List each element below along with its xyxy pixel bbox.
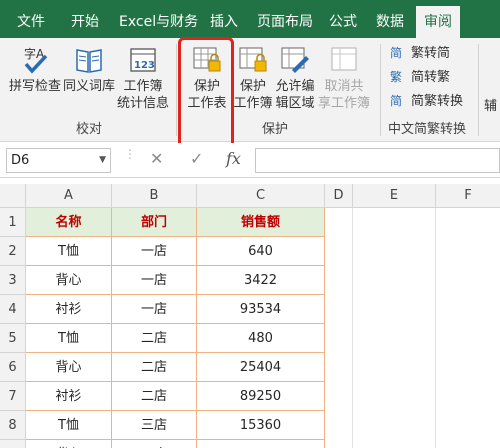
column-header-d[interactable]: D	[325, 184, 353, 208]
thesaurus-button[interactable]: 同义词库	[62, 40, 116, 95]
row-header-5[interactable]: 5	[0, 324, 26, 353]
protect-workbook-icon	[239, 47, 267, 72]
column-e-cells[interactable]	[353, 208, 436, 448]
table-cell[interactable]: 640	[197, 237, 325, 266]
table-cell[interactable]: 背心	[26, 440, 112, 448]
table-cell[interactable]: 一店	[112, 295, 197, 324]
table-cell[interactable]: 一店	[112, 237, 197, 266]
group-label-proofing: 校对	[76, 122, 103, 137]
column-header-a[interactable]: A	[26, 184, 112, 208]
row-header-6[interactable]: 6	[0, 353, 26, 382]
protect-workbook-button[interactable]: 保护 工作簿	[232, 40, 274, 112]
table-cell[interactable]: 93534	[197, 295, 325, 324]
tab-formulas[interactable]: 公式	[329, 0, 357, 38]
column-header-c[interactable]: C	[197, 184, 325, 208]
column-d-cells[interactable]	[325, 208, 353, 448]
table-cell[interactable]: 衬衫	[26, 295, 112, 324]
protect-sheet-highlight	[178, 37, 234, 149]
tab-data[interactable]: 数据	[376, 0, 404, 38]
row-header-2[interactable]: 2	[0, 237, 26, 266]
tab-review[interactable]: 审阅	[416, 6, 460, 38]
tab-page-layout[interactable]: 页面布局	[257, 0, 313, 38]
formula-input[interactable]	[255, 148, 500, 173]
table-header-cell[interactable]: 部门	[112, 208, 197, 237]
row-header-9[interactable]: 9	[0, 440, 26, 448]
chinese-conversion-icon: 简	[390, 94, 402, 108]
table-header-cell[interactable]: 销售额	[197, 208, 325, 237]
insert-function-icon[interactable]: fx	[226, 149, 241, 168]
thesaurus-book-icon	[76, 49, 102, 73]
group-separator	[176, 44, 177, 136]
svg-text:简: 简	[390, 46, 402, 60]
simplified-to-traditional-button[interactable]: 繁 简转繁	[390, 68, 450, 88]
row-header-1[interactable]: 1	[0, 208, 26, 237]
column-header-e[interactable]: E	[353, 184, 436, 208]
unshare-workbook-icon	[331, 47, 357, 71]
row-header-7[interactable]: 7	[0, 382, 26, 411]
unshare-workbook-button[interactable]: 取消共 享工作簿	[318, 40, 370, 112]
enter-icon[interactable]: ✓	[190, 149, 203, 168]
tab-insert[interactable]: 插入	[210, 0, 238, 38]
table-cell[interactable]: 衬衫	[26, 382, 112, 411]
tab-excel-finance[interactable]: Excel与财务	[119, 0, 198, 38]
name-box[interactable]: D6 ▼	[6, 148, 111, 173]
table-cell[interactable]: 3422	[197, 266, 325, 295]
table-cell[interactable]: 480	[197, 324, 325, 353]
chevron-down-icon[interactable]: ▼	[99, 149, 106, 172]
table-cell[interactable]: T恤	[26, 237, 112, 266]
table-cell[interactable]: 15360	[197, 411, 325, 440]
row-header-3[interactable]: 3	[0, 266, 26, 295]
group-label-chinese-conversion: 中文简繁转换	[388, 122, 467, 137]
excel-window: 文件 开始 Excel与财务 插入 页面布局 公式 数据 审阅 字A 拼写检查 …	[0, 0, 500, 448]
more-options-icon: ⋮	[124, 147, 136, 161]
allow-edit-ranges-icon	[281, 47, 309, 73]
ribbon-review: 字A 拼写检查 同义词库 123 工作簿 统计信息 校对 保护 工作表 保护 工…	[0, 38, 500, 142]
select-all-corner[interactable]	[0, 184, 26, 208]
cut-off-group-label: 辅	[484, 99, 498, 114]
ribbon-tab-bar: 文件 开始 Excel与财务 插入 页面布局 公式 数据 审阅	[0, 0, 500, 38]
spell-check-button[interactable]: 字A 拼写检查	[8, 40, 62, 95]
traditional-to-simplified-icon: 简	[390, 46, 402, 60]
table-cell[interactable]: 三店	[112, 440, 197, 448]
svg-text:简: 简	[390, 94, 402, 108]
chinese-conversion-button[interactable]: 简 简繁转换	[390, 92, 463, 112]
column-f-cells[interactable]	[436, 208, 500, 448]
table-header-cell[interactable]: 名称	[26, 208, 112, 237]
table-cell[interactable]: 二店	[112, 382, 197, 411]
workbook-statistics-button[interactable]: 123 工作簿 统计信息	[115, 40, 171, 112]
statistics-icon: 123	[130, 48, 156, 72]
group-separator	[380, 44, 381, 136]
table-cell[interactable]: 25404	[197, 353, 325, 382]
column-header-b[interactable]: B	[112, 184, 197, 208]
table-cell[interactable]: 背心	[26, 266, 112, 295]
row-header-8[interactable]: 8	[0, 411, 26, 440]
table-cell[interactable]: 89250	[197, 382, 325, 411]
column-header-f[interactable]: F	[436, 184, 500, 208]
tab-file[interactable]: 文件	[17, 0, 45, 38]
worksheet-grid: A B C D E F 1 2 3 4 5 6 7 8 9 名称 部门 销售额 …	[0, 178, 500, 448]
table-cell[interactable]: 二店	[112, 353, 197, 382]
spell-check-icon: 字A	[24, 46, 48, 74]
traditional-to-simplified-button[interactable]: 简 繁转简	[390, 44, 450, 64]
table-cell[interactable]: 三店	[112, 411, 197, 440]
table-cell[interactable]: 16401	[197, 440, 325, 448]
simplified-to-traditional-icon: 繁	[390, 69, 402, 84]
group-label-protect: 保护	[262, 122, 289, 137]
table-cell[interactable]: T恤	[26, 324, 112, 353]
row-header-4[interactable]: 4	[0, 295, 26, 324]
allow-edit-ranges-button[interactable]: 允许编 辑区域	[274, 40, 316, 112]
svg-text:123: 123	[134, 60, 155, 71]
table-cell[interactable]: T恤	[26, 411, 112, 440]
table-cell[interactable]: 二店	[112, 324, 197, 353]
table-cell[interactable]: 一店	[112, 266, 197, 295]
tab-home[interactable]: 开始	[71, 0, 99, 38]
svg-text:繁: 繁	[390, 69, 402, 84]
table-cell[interactable]: 背心	[26, 353, 112, 382]
group-separator	[478, 44, 479, 136]
cancel-icon[interactable]: ✕	[150, 149, 163, 168]
formula-bar: D6 ▼ ⋮ ✕ ✓ fx	[0, 143, 500, 178]
